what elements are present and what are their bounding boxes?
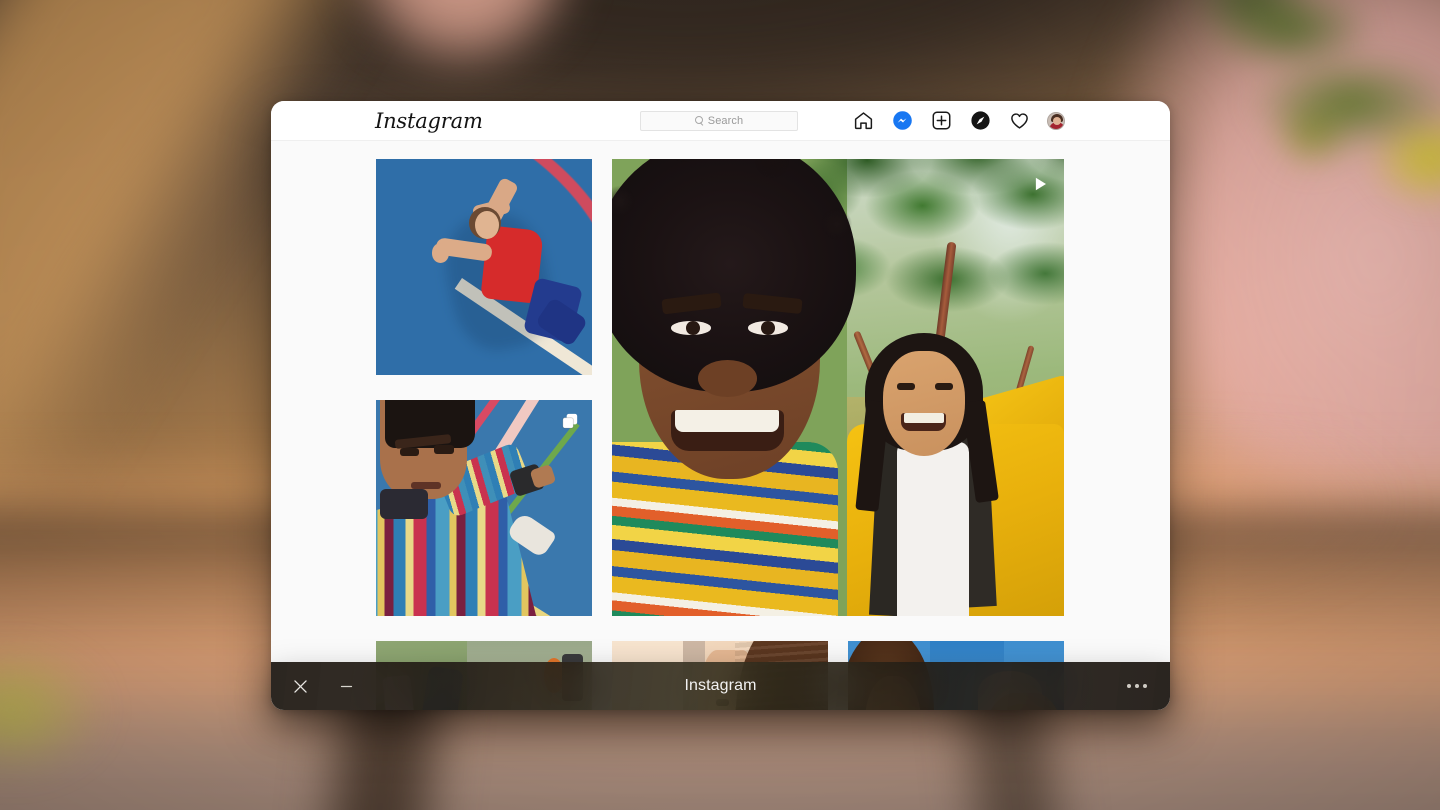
friend-white-top xyxy=(897,442,969,616)
grid-row xyxy=(376,159,1068,616)
instagram-logo[interactable]: Instagram xyxy=(375,109,483,133)
close-button[interactable] xyxy=(281,667,319,705)
window-bottom-bar: Instagram xyxy=(271,662,1170,710)
heart-icon[interactable] xyxy=(1008,110,1030,132)
more-options-icon xyxy=(1127,684,1131,688)
photo-skater-stripes xyxy=(376,400,592,616)
post-thumbnail-afro-selfie[interactable] xyxy=(612,159,1064,616)
messenger-icon[interactable] xyxy=(891,110,913,132)
eye-right xyxy=(434,445,453,454)
search-icon xyxy=(695,116,704,125)
more-options-icon xyxy=(1135,684,1139,688)
friend-face xyxy=(883,351,964,456)
window-title: Instagram xyxy=(271,677,1170,695)
minimize-button[interactable] xyxy=(327,667,365,705)
more-options-button[interactable] xyxy=(1118,667,1156,705)
search-placeholder: Search xyxy=(708,115,743,127)
photo-grid xyxy=(376,159,1068,710)
face xyxy=(475,211,499,239)
friend-eye xyxy=(935,383,953,390)
photo-afro-selfie xyxy=(612,159,1064,616)
instagram-app-window: Instagram Search xyxy=(271,101,1170,710)
avatar-face xyxy=(1053,117,1061,125)
nose xyxy=(698,360,757,397)
friend-eye xyxy=(897,383,915,390)
eye-left xyxy=(400,448,419,457)
more-options-icon xyxy=(1143,684,1147,688)
nav-icons xyxy=(852,110,1065,132)
home-icon[interactable] xyxy=(852,110,874,132)
post-thumbnail-track-lying[interactable] xyxy=(376,159,592,375)
window-controls xyxy=(281,667,365,705)
post-thumbnail-skater-stripes[interactable] xyxy=(376,400,592,616)
explore-compass-icon[interactable] xyxy=(969,110,991,132)
neck xyxy=(380,489,428,519)
eye-left xyxy=(671,321,712,335)
app-header: Instagram Search xyxy=(271,101,1170,141)
photo-track-lying xyxy=(376,159,592,375)
smile xyxy=(671,410,784,451)
hand xyxy=(432,243,449,262)
search-input[interactable]: Search xyxy=(640,111,798,131)
eye-right xyxy=(748,321,789,335)
friend-smile xyxy=(901,413,946,431)
new-post-icon[interactable] xyxy=(930,110,952,132)
photo-grid-content[interactable] xyxy=(271,141,1170,710)
grid-column-left xyxy=(376,159,592,616)
mouth xyxy=(411,482,441,488)
desktop: Instagram Search xyxy=(0,0,1440,810)
avatar[interactable] xyxy=(1047,112,1065,130)
afro-hair xyxy=(612,159,856,392)
